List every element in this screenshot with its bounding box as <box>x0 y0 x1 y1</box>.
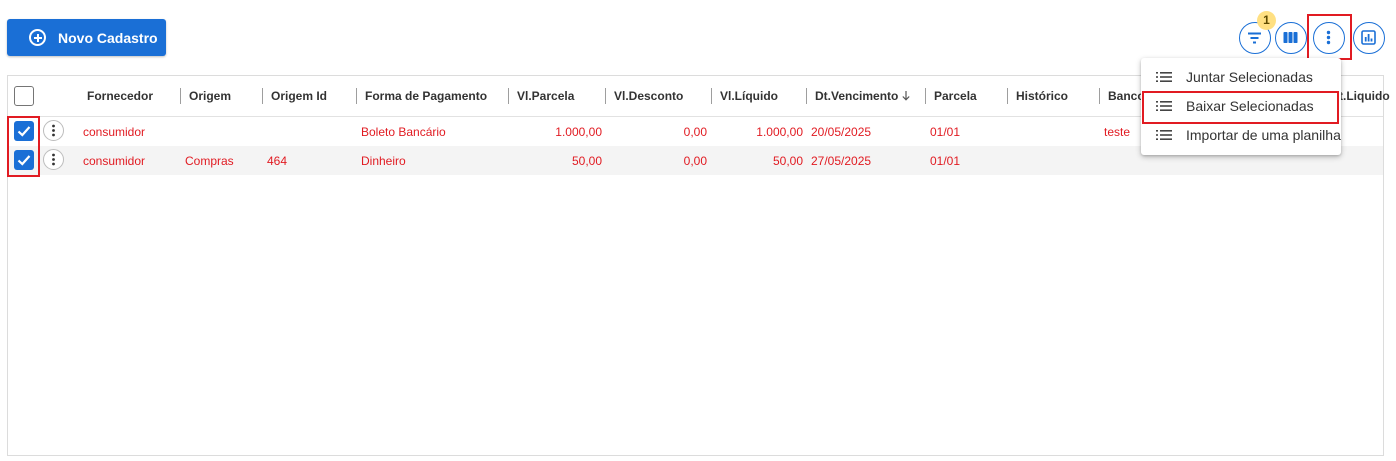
highlight-baixar-selecionadas <box>1142 91 1339 124</box>
cell-dt-vencimento: 27/05/2025 <box>811 154 872 168</box>
add-circle-icon <box>29 29 46 46</box>
cell-fornecedor: consumidor <box>83 154 146 168</box>
header-fornecedor[interactable]: Fornecedor <box>87 89 153 103</box>
cell-vl-desconto: 0,00 <box>683 125 707 139</box>
highlight-more-options <box>1307 14 1352 60</box>
filter-count-badge: 1 <box>1257 11 1276 30</box>
header-parcela[interactable]: Parcela <box>934 89 977 103</box>
more-vertical-icon <box>52 153 55 166</box>
header-vl-parcela[interactable]: Vl.Parcela <box>517 89 574 103</box>
select-all-checkbox[interactable] <box>14 86 34 106</box>
menu-item-label: Juntar Selecionadas <box>1186 69 1313 85</box>
cell-vl-desconto: 0,00 <box>683 154 707 168</box>
cell-parcela: 01/01 <box>930 154 961 168</box>
cell-forma-pagamento: Boleto Bancário <box>361 125 446 139</box>
row-actions-button[interactable] <box>43 120 64 141</box>
header-vl-liquido[interactable]: Vl.Líquido <box>720 89 778 103</box>
cell-dt-vencimento: 20/05/2025 <box>811 125 872 139</box>
list-icon <box>1156 72 1172 82</box>
header-dt-liquido[interactable]: t.Liquido <box>1339 89 1390 103</box>
cell-origem-id: 464 <box>267 154 288 168</box>
highlight-row-checkboxes <box>7 116 40 177</box>
header-vl-desconto[interactable]: Vl.Desconto <box>614 89 683 103</box>
header-origem[interactable]: Origem <box>189 89 231 103</box>
cell-origem: Compras <box>185 154 234 168</box>
header-dt-vencimento[interactable]: Dt.Vencimento <box>815 89 898 103</box>
cell-vl-liquido: 50,00 <box>772 154 803 168</box>
cell-vl-parcela: 50,00 <box>571 154 602 168</box>
bar-chart-icon <box>1361 30 1376 45</box>
cell-vl-parcela: 1.000,00 <box>555 125 602 139</box>
row-actions-button[interactable] <box>43 149 64 170</box>
cell-fornecedor: consumidor <box>83 125 146 139</box>
columns-button[interactable] <box>1275 22 1307 54</box>
columns-icon <box>1283 32 1298 43</box>
header-origem-id[interactable]: Origem Id <box>271 89 327 103</box>
new-record-label: Novo Cadastro <box>58 29 158 46</box>
menu-item-importar-planilha[interactable]: Importar de uma planilha <box>1141 121 1341 149</box>
cell-forma-pagamento: Dinheiro <box>361 154 406 168</box>
header-historico[interactable]: Histórico <box>1016 89 1068 103</box>
new-record-button[interactable]: Novo Cadastro <box>7 19 166 56</box>
cell-parcela: 01/01 <box>930 125 961 139</box>
menu-item-label: Importar de uma planilha <box>1186 127 1341 143</box>
cell-banco: teste <box>1104 125 1131 139</box>
header-forma-pagamento[interactable]: Forma de Pagamento <box>365 89 487 103</box>
menu-item-juntar-selecionadas[interactable]: Juntar Selecionadas <box>1141 63 1341 91</box>
list-icon <box>1156 130 1172 140</box>
more-vertical-icon <box>52 124 55 137</box>
sort-arrow-down-icon[interactable] <box>901 90 911 101</box>
header-banco[interactable]: Banco <box>1108 89 1145 103</box>
report-button[interactable] <box>1353 22 1385 54</box>
cell-vl-liquido: 1.000,00 <box>756 125 803 139</box>
